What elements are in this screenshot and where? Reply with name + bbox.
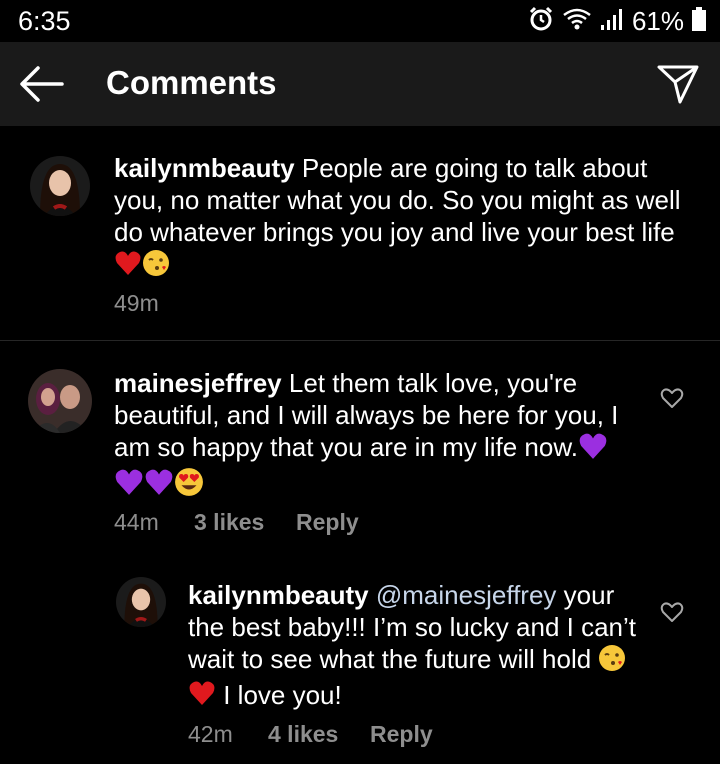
- comment-meta: 44m 3 likes Reply: [114, 509, 359, 536]
- comment-meta: 49m: [114, 290, 159, 317]
- mention-link[interactable]: @mainesjeffrey: [376, 580, 557, 610]
- comment-body: kailynmbeauty People are going to talk a…: [114, 152, 694, 284]
- share-button[interactable]: [656, 62, 700, 106]
- likes-count[interactable]: 3 likes: [194, 509, 296, 536]
- likes-count[interactable]: 4 likes: [268, 721, 370, 748]
- comment-username[interactable]: mainesjeffrey: [114, 368, 282, 398]
- comment-time: 49m: [114, 290, 159, 316]
- kiss-emoji: [598, 644, 626, 679]
- comment-item: mainesjeffrey Let them talk love, you're…: [0, 341, 720, 551]
- comment-body: mainesjeffrey Let them talk love, you're…: [114, 367, 644, 504]
- heart-eyes-emoji: [174, 467, 204, 504]
- back-button[interactable]: [18, 62, 64, 106]
- comment-body: kailynmbeauty @mainesjeffrey your the be…: [188, 579, 638, 713]
- reply-comment-item: kailynmbeauty @mainesjeffrey your the be…: [0, 551, 720, 764]
- status-time: 6:35: [18, 6, 71, 36]
- alarm-icon: [528, 6, 554, 37]
- purple-heart-emoji: [578, 432, 608, 467]
- avatar[interactable]: [116, 577, 166, 627]
- avatar[interactable]: [30, 156, 90, 216]
- like-heart-icon[interactable]: [660, 601, 684, 623]
- wifi-icon: [562, 7, 592, 36]
- signal-icon: [600, 7, 624, 36]
- arrow-left-icon: [20, 66, 64, 102]
- page-title: Comments: [106, 64, 277, 101]
- paper-plane-icon: [657, 65, 699, 104]
- kiss-emoji: [142, 249, 170, 284]
- comment-username[interactable]: kailynmbeauty: [114, 153, 295, 183]
- status-bar: 6:35 61%: [0, 0, 720, 42]
- purple-heart-emoji: [114, 468, 144, 503]
- comment-meta: 42m 4 likes Reply: [188, 721, 433, 748]
- comment-time: 42m: [188, 721, 233, 747]
- red-heart-emoji: [114, 250, 142, 283]
- comment-text-end: I love you!: [223, 679, 342, 710]
- red-heart-emoji: [188, 680, 216, 713]
- battery-icon: [692, 7, 706, 36]
- battery-percent: 61%: [631, 6, 684, 36]
- comment-time: 44m: [114, 509, 159, 535]
- comment-item: kailynmbeauty People are going to talk a…: [0, 126, 720, 340]
- status-icons: 61%: [528, 6, 706, 37]
- purple-heart-emoji: [144, 468, 174, 503]
- like-heart-icon[interactable]: [660, 387, 684, 409]
- reply-button[interactable]: Reply: [370, 721, 433, 748]
- avatar[interactable]: [28, 369, 92, 433]
- app-bar: Comments: [0, 42, 720, 126]
- reply-button[interactable]: Reply: [296, 509, 359, 536]
- comment-username[interactable]: kailynmbeauty: [188, 580, 369, 610]
